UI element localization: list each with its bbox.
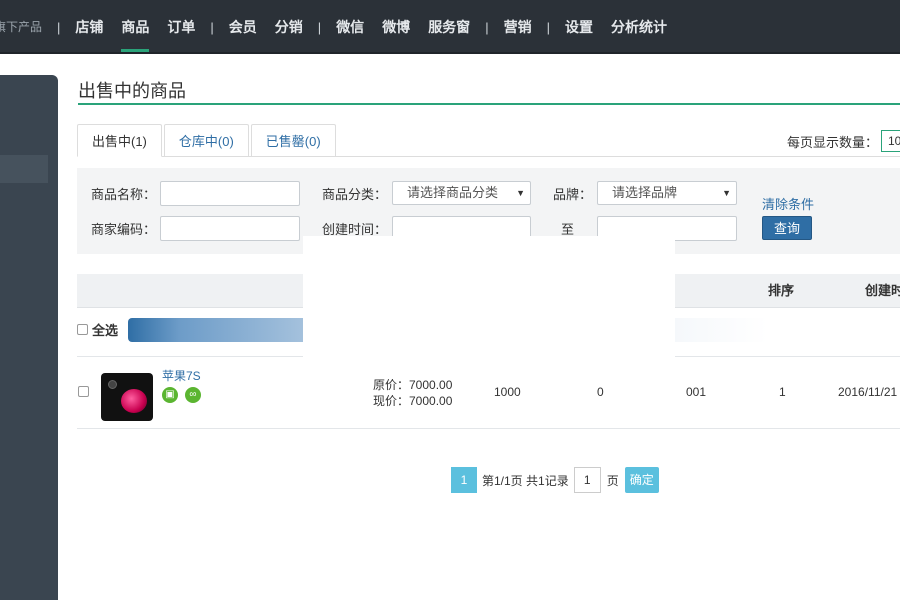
merchant-code-input[interactable] (160, 216, 300, 241)
table-row: 苹果7S ▣ ∞ 原价：7000.00 现价：7000.00 1000 0 00… (77, 357, 900, 429)
perpage-select[interactable]: 10 (881, 130, 900, 152)
page-word: 页 (606, 473, 619, 488)
category-label: 商品分类： (322, 187, 388, 202)
sidebar (0, 75, 58, 600)
nav-item-members[interactable]: 会员 (220, 0, 266, 54)
nav-item-products[interactable]: 商品 (112, 0, 158, 54)
page-go-button[interactable]: 确定 (624, 467, 659, 493)
page-title: 出售中的商品 (78, 75, 900, 105)
select-all[interactable]: 全选 (77, 318, 118, 340)
nav-item-marketing[interactable]: 营销 (495, 0, 541, 54)
current-price: 现价：7000.00 (373, 394, 453, 408)
nav-item-service-window[interactable]: 服务窗 (419, 0, 479, 54)
code-cell: 001 (686, 385, 707, 399)
page-number-button[interactable]: 1 (451, 467, 477, 493)
tab-in-warehouse[interactable]: 仓库中(0) (163, 124, 249, 157)
select-all-label: 全选 (92, 322, 119, 338)
category-select[interactable]: 请选择商品分类 ▼ (392, 181, 531, 205)
nav-item-orders[interactable]: 订单 (158, 0, 204, 54)
sort-cell: 1 (779, 385, 786, 399)
nav-separator: | (57, 19, 61, 35)
link-icon[interactable]: ∞ (185, 387, 201, 403)
query-button[interactable]: 查询 (762, 216, 812, 240)
product-name-label: 商品名称： (91, 187, 157, 202)
original-price: 原价：7000.00 (373, 378, 453, 392)
product-name-input[interactable] (160, 181, 300, 206)
column-header-sort[interactable]: 排序 (768, 274, 794, 308)
page-jump-input[interactable]: 1 (573, 467, 601, 493)
price-cell: 原价：7000.00 现价：7000.00 (373, 377, 452, 409)
nav-separator: | (317, 19, 322, 35)
caret-down-icon: ▼ (516, 188, 525, 198)
product-thumbnail[interactable] (101, 373, 153, 421)
overlay-mask (303, 236, 675, 358)
clear-filters-link[interactable]: 清除条件 (762, 194, 814, 213)
tab-sold-out[interactable]: 已售罄(0) (250, 124, 336, 157)
nav-item-analytics[interactable]: 分析统计 (602, 0, 676, 54)
nav-separator: | (210, 19, 214, 35)
row-checkbox[interactable] (78, 386, 89, 397)
nav-item-wechat[interactable]: 微信 (327, 0, 373, 54)
tab-on-sale[interactable]: 出售中(1) (77, 124, 162, 157)
stock-cell: 1000 (494, 385, 521, 399)
select-all-checkbox[interactable] (77, 323, 88, 335)
perpage-label: 每页显示数量： (787, 135, 879, 150)
qrcode-icon[interactable]: ▣ (162, 387, 178, 403)
brand-label: 品牌： (553, 187, 593, 202)
top-nav-bar: 旗下产品 | 店铺 商品 订单 | 会员 分销 | 微信 微博 服务窗 | 营销… (0, 0, 900, 54)
top-nav: 旗下产品 | 店铺 商品 订单 | 会员 分销 | 微信 微博 服务窗 | 营销… (0, 0, 676, 54)
nav-item-settings[interactable]: 设置 (556, 0, 602, 54)
screen-blob-shape (121, 389, 147, 413)
brand-select[interactable]: 请选择品牌 ▼ (597, 181, 737, 205)
nav-item-distribution[interactable]: 分销 (266, 0, 312, 54)
column-header-created[interactable]: 创建时 (865, 274, 900, 308)
nav-brand[interactable]: 旗下产品 (0, 0, 51, 54)
sales-cell: 0 (597, 385, 604, 399)
product-name-link[interactable]: 苹果7S (162, 367, 201, 384)
caret-down-icon: ▼ (722, 188, 731, 198)
nav-separator: | (546, 19, 550, 35)
status-tabs: 出售中(1) 仓库中(0) 已售罄(0) (77, 124, 338, 157)
page-info: 第1/1页 共1记录 (482, 473, 569, 488)
sidebar-item-active[interactable] (0, 155, 48, 183)
nav-item-store[interactable]: 店铺 (66, 0, 112, 54)
category-select-value: 请选择商品分类 (407, 185, 499, 200)
camera-lens-shape (108, 380, 117, 389)
nav-item-weibo[interactable]: 微博 (373, 0, 419, 54)
tabs-divider (77, 156, 900, 157)
nav-separator: | (485, 19, 489, 35)
merchant-code-label: 商家编码： (91, 222, 157, 237)
pagination: 1 第1/1页 共1记录 1 页 确定 (451, 467, 659, 493)
created-cell: 2016/11/21 1 (838, 385, 900, 399)
brand-select-value: 请选择品牌 (612, 185, 678, 200)
